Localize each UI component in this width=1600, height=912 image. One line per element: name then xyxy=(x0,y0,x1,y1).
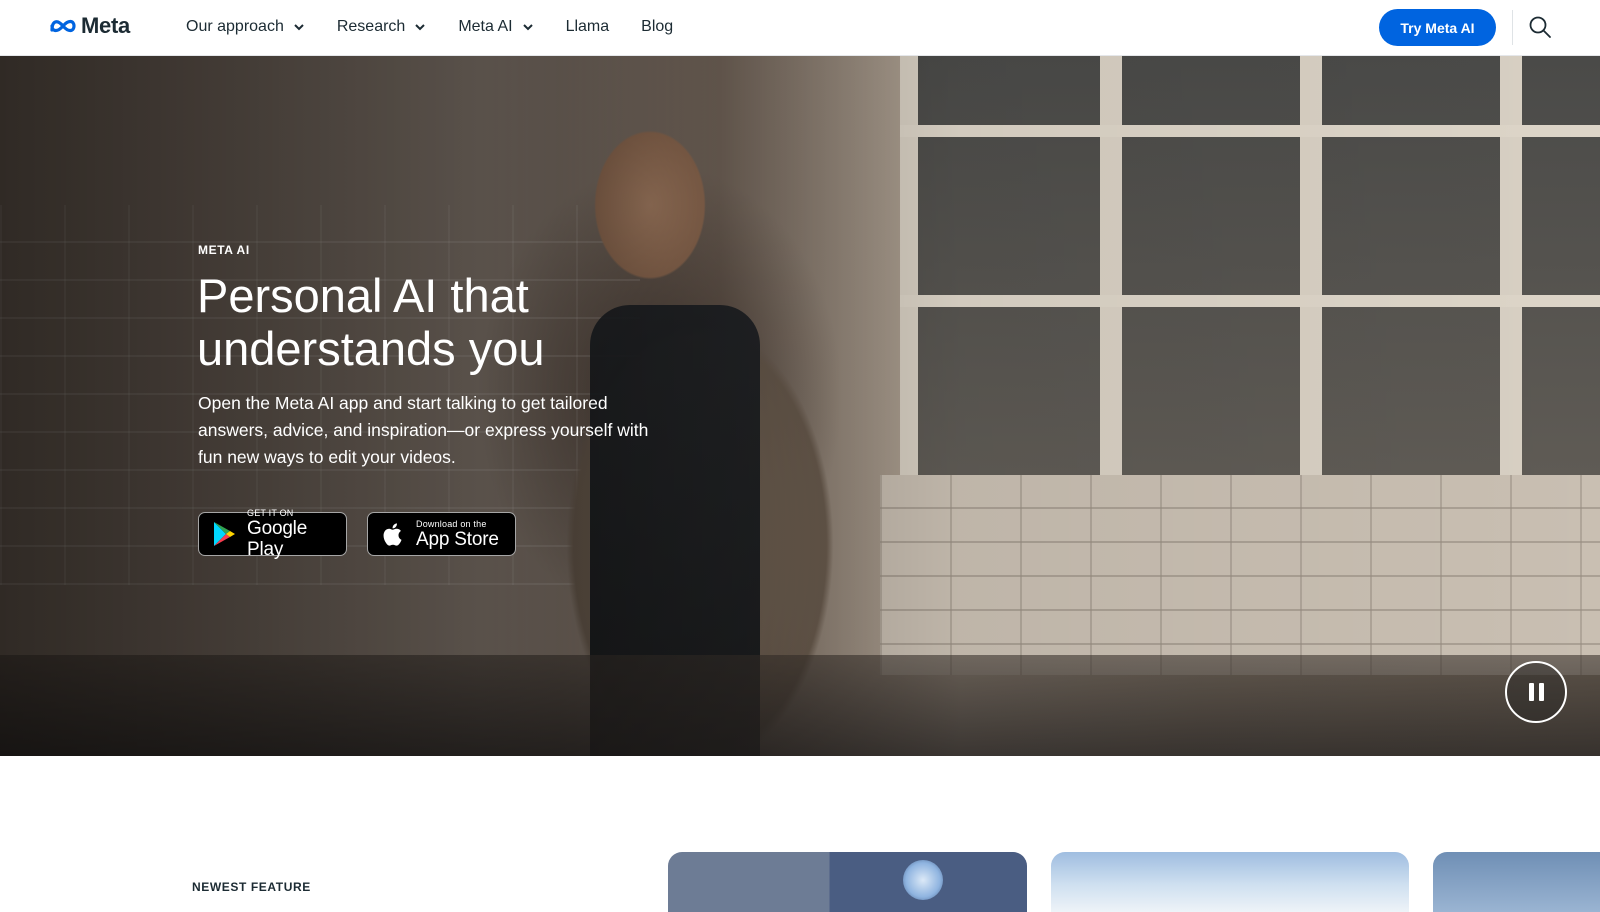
pause-video-button[interactable] xyxy=(1505,661,1567,723)
hero-section: META AI Personal AI that understands you… xyxy=(0,55,1600,756)
nav-item-our-approach[interactable]: Our approach xyxy=(186,18,305,36)
feature-card[interactable] xyxy=(668,852,1027,912)
header-divider xyxy=(1512,10,1513,45)
nav-item-llama[interactable]: Llama xyxy=(566,18,610,36)
chevron-down-icon xyxy=(415,24,426,31)
pause-icon-bar xyxy=(1538,683,1544,701)
google-play-icon xyxy=(214,522,235,546)
app-store-badge[interactable]: Download on the App Store xyxy=(367,512,516,556)
pause-icon-bar xyxy=(1528,683,1534,701)
logo-text: Meta xyxy=(81,13,130,38)
site-header: Meta Our approach Research Meta AI Llama… xyxy=(0,0,1600,56)
nav-label: Meta AI xyxy=(458,18,513,35)
nav-label: Research xyxy=(336,18,406,35)
nav-label: Our approach xyxy=(186,18,284,35)
main-nav: Our approach Research Meta AI Llama Blog xyxy=(186,0,705,54)
try-meta-ai-button[interactable]: Try Meta AI xyxy=(1379,9,1496,46)
meta-infinity-icon xyxy=(50,19,76,33)
hero-description: Open the Meta AI app and start talking t… xyxy=(198,393,649,467)
google-play-badge[interactable]: GET IT ON Google Play xyxy=(198,508,347,560)
nav-item-research[interactable]: Research xyxy=(337,18,426,36)
newest-feature-eyebrow: NEWEST FEATURE xyxy=(192,880,311,894)
badge-big-text: Google Play xyxy=(247,518,308,560)
apple-icon xyxy=(383,523,402,546)
badge-big-text: App Store xyxy=(416,528,499,550)
nav-item-blog[interactable]: Blog xyxy=(641,18,673,36)
meta-logo[interactable]: Meta xyxy=(49,13,130,39)
feature-card[interactable] xyxy=(1433,852,1600,912)
nav-label: Blog xyxy=(641,18,674,35)
nav-item-meta-ai[interactable]: Meta AI xyxy=(458,18,533,36)
chevron-down-icon xyxy=(522,24,533,31)
nav-label: Llama xyxy=(565,18,610,35)
badge-small-text: GET IT ON xyxy=(247,508,294,518)
badge-small-text: Download on the xyxy=(416,518,487,529)
hero-eyebrow: META AI xyxy=(198,243,250,257)
search-icon[interactable] xyxy=(1528,15,1552,39)
hero-title: Personal AI that understands you xyxy=(197,269,545,375)
feature-card[interactable] xyxy=(1051,852,1409,912)
chevron-down-icon xyxy=(294,24,304,31)
